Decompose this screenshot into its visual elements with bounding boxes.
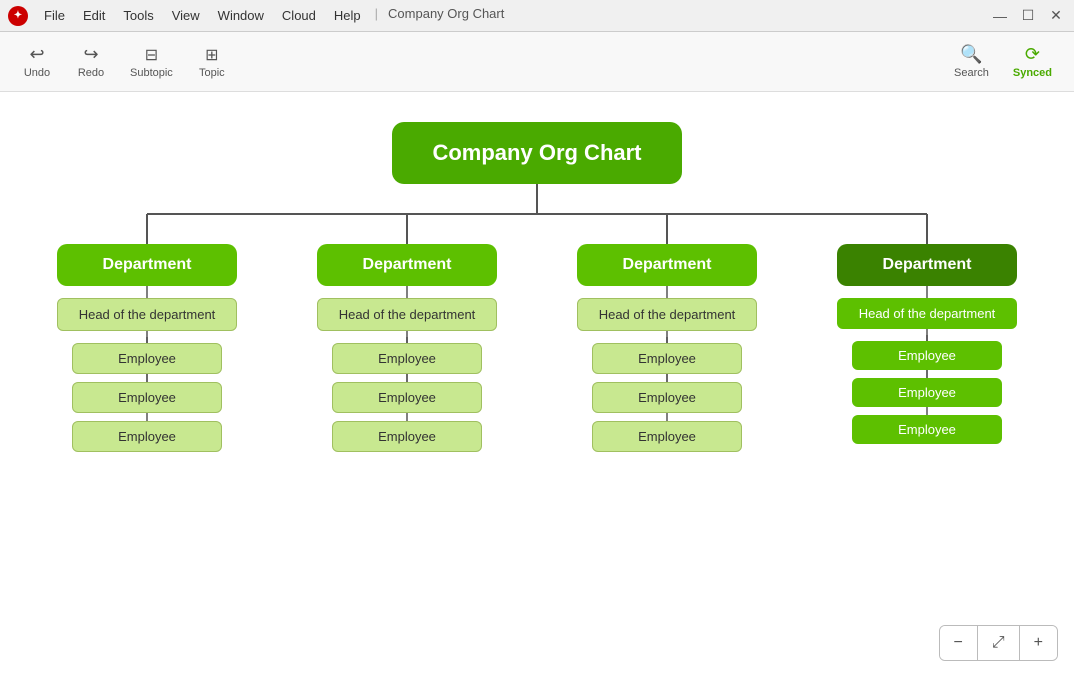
employee-list-2: Employee Employee Employee xyxy=(332,343,482,452)
menu-edit[interactable]: Edit xyxy=(75,6,113,25)
employee-node-1-3[interactable]: Employee xyxy=(72,421,222,452)
zoom-fit-button[interactable]: ⤢ xyxy=(978,626,1020,660)
undo-label: Undo xyxy=(24,67,50,79)
search-label: Search xyxy=(954,67,989,79)
department-column-4: Department Head of the department Employ… xyxy=(827,244,1027,452)
topic-button[interactable]: ⊞ Topic xyxy=(187,41,237,83)
department-node-4[interactable]: Department xyxy=(837,244,1017,286)
department-node-1[interactable]: Department xyxy=(57,244,237,286)
menu-help[interactable]: Help xyxy=(326,6,369,25)
maximize-button[interactable]: ☐ xyxy=(1018,6,1038,26)
head-node-3[interactable]: Head of the department xyxy=(577,298,757,331)
root-node[interactable]: Company Org Chart xyxy=(392,122,681,184)
toolbar-right: 🔍 Search ⟳ Synced xyxy=(944,40,1062,83)
employee-list-4: Employee Employee Employee xyxy=(852,341,1002,444)
employee-list-3: Employee Employee Employee xyxy=(592,343,742,452)
synced-button[interactable]: ⟳ Synced xyxy=(1003,40,1062,83)
zoom-controls: − ⤢ + xyxy=(939,625,1059,661)
search-icon: 🔍 xyxy=(960,44,982,65)
topic-label: Topic xyxy=(199,67,225,79)
undo-button[interactable]: ↩ Undo xyxy=(12,40,62,83)
employee-node-3-3[interactable]: Employee xyxy=(592,421,742,452)
menu-view[interactable]: View xyxy=(164,6,208,25)
subtopic-icon: ⊟ xyxy=(145,45,158,65)
head-node-2[interactable]: Head of the department xyxy=(317,298,497,331)
subtopic-button[interactable]: ⊟ Subtopic xyxy=(120,41,183,83)
menu-tools[interactable]: Tools xyxy=(115,6,161,25)
department-column-1: Department Head of the department Employ… xyxy=(47,244,247,452)
employee-node-1-2[interactable]: Employee xyxy=(72,382,222,413)
undo-icon: ↩ xyxy=(29,44,44,65)
menu-bar: File Edit Tools View Window Cloud Help |… xyxy=(36,6,990,25)
search-button[interactable]: 🔍 Search xyxy=(944,40,999,83)
employee-node-4-1[interactable]: Employee xyxy=(852,341,1002,370)
minimize-button[interactable]: — xyxy=(990,6,1010,26)
close-button[interactable]: ✕ xyxy=(1046,6,1066,26)
employee-node-3-2[interactable]: Employee xyxy=(592,382,742,413)
redo-label: Redo xyxy=(78,67,104,79)
redo-icon: ↪ xyxy=(83,44,98,65)
menu-window[interactable]: Window xyxy=(210,6,272,25)
employee-node-2-2[interactable]: Employee xyxy=(332,382,482,413)
employee-node-3-1[interactable]: Employee xyxy=(592,343,742,374)
subtopic-label: Subtopic xyxy=(130,67,173,79)
department-node-3[interactable]: Department xyxy=(577,244,757,286)
topic-icon: ⊞ xyxy=(205,45,218,65)
head-node-4[interactable]: Head of the department xyxy=(837,298,1017,329)
menu-separator: | xyxy=(375,6,378,25)
employee-node-4-3[interactable]: Employee xyxy=(852,415,1002,444)
zoom-in-button[interactable]: + xyxy=(1020,626,1057,660)
window-controls: — ☐ ✕ xyxy=(990,6,1066,26)
employee-node-1-1[interactable]: Employee xyxy=(72,343,222,374)
menu-file[interactable]: File xyxy=(36,6,73,25)
department-row: Department Head of the department Employ… xyxy=(47,244,1027,452)
redo-button[interactable]: ↪ Redo xyxy=(66,40,116,83)
main-canvas: Company Org Chart Department Head of the… xyxy=(0,92,1074,677)
employee-node-2-3[interactable]: Employee xyxy=(332,421,482,452)
employee-node-4-2[interactable]: Employee xyxy=(852,378,1002,407)
head-node-1[interactable]: Head of the department xyxy=(57,298,237,331)
synced-icon: ⟳ xyxy=(1025,44,1040,65)
synced-label: Synced xyxy=(1013,67,1052,79)
employee-node-2-1[interactable]: Employee xyxy=(332,343,482,374)
zoom-out-button[interactable]: − xyxy=(940,626,978,660)
title-bar: ✦ File Edit Tools View Window Cloud Help… xyxy=(0,0,1074,32)
menu-cloud[interactable]: Cloud xyxy=(274,6,324,25)
app-logo: ✦ xyxy=(8,6,28,26)
department-column-2: Department Head of the department Employ… xyxy=(307,244,507,452)
employee-list-1: Employee Employee Employee xyxy=(72,343,222,452)
toolbar: ↩ Undo ↪ Redo ⊟ Subtopic ⊞ Topic 🔍 Searc… xyxy=(0,32,1074,92)
department-column-3: Department Head of the department Employ… xyxy=(567,244,767,452)
document-title: Company Org Chart xyxy=(388,6,504,25)
department-node-2[interactable]: Department xyxy=(317,244,497,286)
